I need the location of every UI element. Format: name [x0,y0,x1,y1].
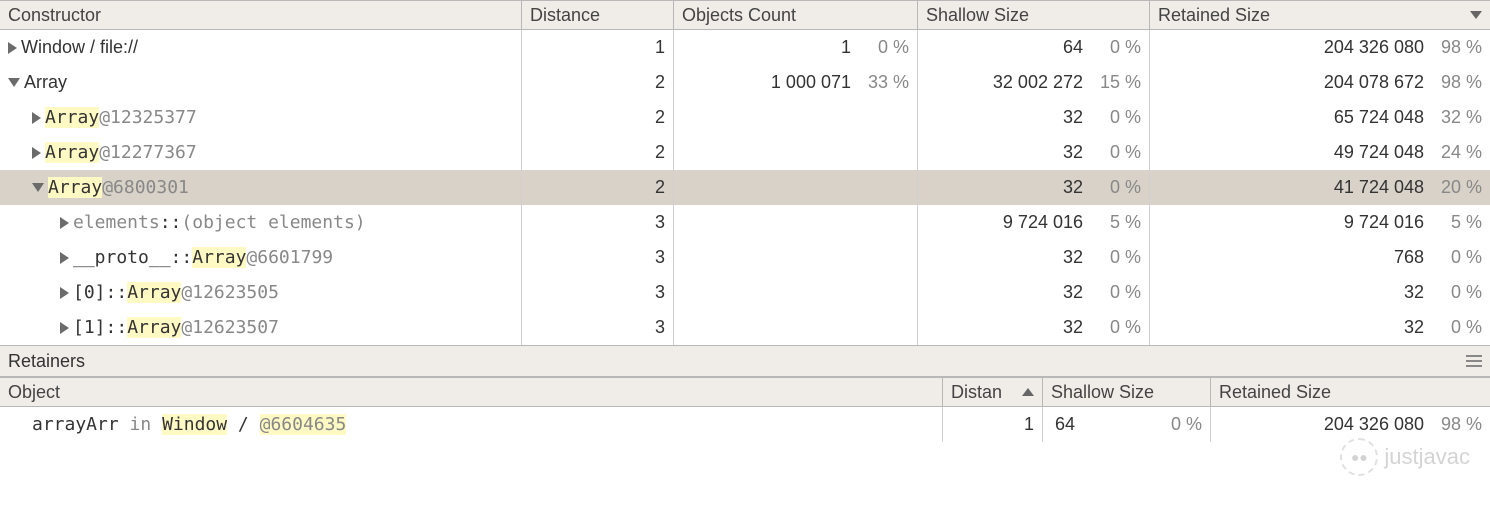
shallow-size-cell: 320 % [918,135,1150,170]
retainers-header-object[interactable]: Object [0,378,943,406]
table-row[interactable]: [1] :: Array @126235073 320 %320 % [0,310,1490,345]
expand-icon[interactable] [60,252,69,264]
shallow-size-cell: 9 724 0165 % [918,205,1150,240]
table-row[interactable]: elements :: (object elements)3 9 724 0165… [0,205,1490,240]
header-objects-count[interactable]: Objects Count [674,1,918,29]
shallow-size-cell: 320 % [918,310,1150,345]
header-distance[interactable]: Distance [522,1,674,29]
objects-count-cell: 10 % [674,30,918,65]
expand-icon[interactable] [60,217,69,229]
sort-descending-icon [1470,11,1482,19]
expand-icon[interactable] [32,112,41,124]
objects-count-cell [674,240,918,275]
table-row[interactable]: Array21 000 07133 %32 002 27215 %204 078… [0,65,1490,100]
constructor-cell: Array [0,65,522,100]
retainers-table-header: Object Distan Shallow Size Retained Size [0,377,1490,407]
distance-cell: 3 [522,205,674,240]
collapse-icon[interactable] [8,78,20,87]
constructor-cell: elements :: (object elements) [0,205,522,240]
distance-cell: 2 [522,135,674,170]
retained-size-cell: 320 % [1150,310,1490,345]
retainers-title: Retainers [8,351,85,372]
menu-icon[interactable] [1466,355,1482,367]
distance-cell: 2 [522,170,674,205]
retained-size-cell: 41 724 04820 % [1150,170,1490,205]
table-header: Constructor Distance Objects Count Shall… [0,0,1490,30]
table-row[interactable]: Array @68003012 320 %41 724 04820 % [0,170,1490,205]
distance-cell: 3 [522,310,674,345]
header-constructor[interactable]: Constructor [0,1,522,29]
watermark: ●● justjavac [1340,438,1470,476]
header-shallow-size[interactable]: Shallow Size [918,1,1150,29]
shallow-size-cell: 320 % [918,275,1150,310]
shallow-size-cell: 640 % [918,30,1150,65]
distance-cell: 3 [522,240,674,275]
retained-size-cell: 65 724 04832 % [1150,100,1490,135]
table-row[interactable]: Array @122773672 320 %49 724 04824 % [0,135,1490,170]
distance-cell: 3 [522,275,674,310]
retainers-header-retained[interactable]: Retained Size [1211,378,1490,406]
constructor-cell: [1] :: Array @12623507 [0,310,522,345]
retainer-distance: 1 [943,407,1043,442]
shallow-size-cell: 320 % [918,240,1150,275]
objects-count-cell [674,135,918,170]
constructor-cell: Array @6800301 [0,170,522,205]
retainers-header-distance[interactable]: Distan [943,378,1043,406]
objects-count-cell [674,100,918,135]
retained-size-cell: 204 078 67298 % [1150,65,1490,100]
shallow-size-cell: 320 % [918,170,1150,205]
retained-size-cell: 7680 % [1150,240,1490,275]
objects-count-cell [674,205,918,240]
retainers-row[interactable]: arrayArr in Window / @6604635 1 64 0 % 2… [0,407,1490,442]
expand-icon[interactable] [60,322,69,334]
objects-count-cell: 1 000 07133 % [674,65,918,100]
retainer-name: arrayArr in Window / @6604635 [32,414,346,435]
collapse-icon[interactable] [32,183,44,192]
heap-table: Constructor Distance Objects Count Shall… [0,0,1490,345]
retainers-header-shallow[interactable]: Shallow Size [1043,378,1211,406]
expand-icon[interactable] [32,147,41,159]
objects-count-cell [674,275,918,310]
expand-icon[interactable] [8,42,17,54]
objects-count-cell [674,310,918,345]
distance-cell: 2 [522,100,674,135]
constructor-cell: Array @12277367 [0,135,522,170]
constructor-cell: Array @12325377 [0,100,522,135]
constructor-cell: [0] :: Array @12623505 [0,275,522,310]
expand-icon[interactable] [60,287,69,299]
sort-ascending-icon [1022,388,1034,396]
table-row[interactable]: Array @123253772 320 %65 724 04832 % [0,100,1490,135]
table-row[interactable]: __proto__ :: Array @66017993 320 %7680 % [0,240,1490,275]
shallow-size-cell: 32 002 27215 % [918,65,1150,100]
header-retained-size[interactable]: Retained Size [1150,1,1490,29]
objects-count-cell [674,170,918,205]
retained-size-cell: 204 326 08098 % [1150,30,1490,65]
retainer-retained: 204 326 080 98 % [1211,407,1490,442]
retainer-shallow: 64 0 % [1043,407,1211,442]
distance-cell: 1 [522,30,674,65]
retainers-header: Retainers [0,345,1490,377]
shallow-size-cell: 320 % [918,100,1150,135]
retained-size-cell: 9 724 0165 % [1150,205,1490,240]
table-row[interactable]: [0] :: Array @126235053 320 %320 % [0,275,1490,310]
retained-size-cell: 320 % [1150,275,1490,310]
constructor-cell: Window / file:// [0,30,522,65]
table-row[interactable]: Window / file://110 %640 %204 326 08098 … [0,30,1490,65]
constructor-cell: __proto__ :: Array @6601799 [0,240,522,275]
retained-size-cell: 49 724 04824 % [1150,135,1490,170]
distance-cell: 2 [522,65,674,100]
